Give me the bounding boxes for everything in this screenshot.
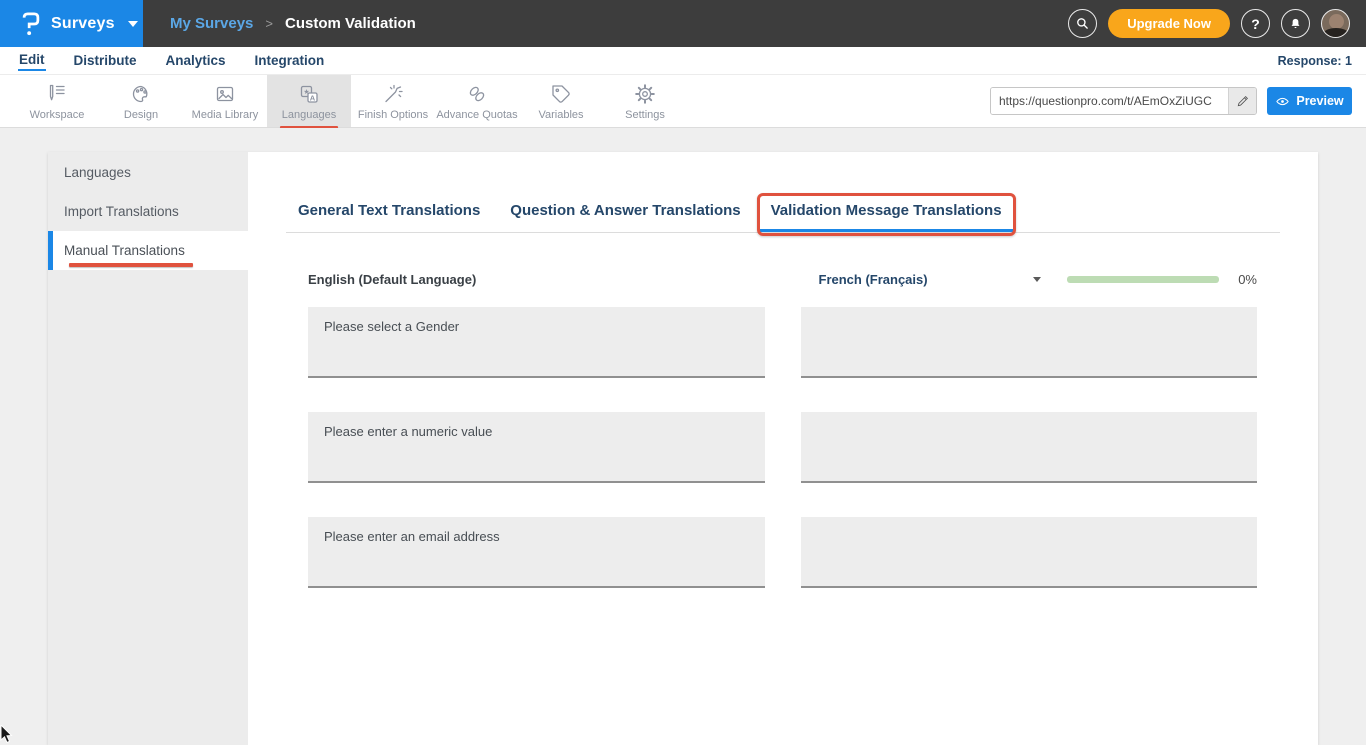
toolbar-item-finish-options[interactable]: Finish Options (351, 75, 435, 127)
translation-row: Please enter a numeric value (308, 412, 1257, 483)
tab-integration[interactable]: Integration (254, 51, 326, 70)
advance-quotas-icon (465, 82, 489, 106)
target-language-column: French (Français) 0% (801, 272, 1258, 287)
translation-progress-percent: 0% (1219, 272, 1257, 287)
translation-tabs: General Text Translations Question & Ans… (286, 202, 1280, 233)
chevron-down-icon (1033, 277, 1041, 282)
sidebar-item-languages[interactable]: Languages (48, 153, 248, 192)
breadcrumb: My Surveys > Custom Validation (170, 0, 416, 47)
product-menu[interactable]: Surveys (0, 0, 143, 47)
eye-icon (1275, 94, 1290, 109)
languages-sidebar: Languages Import Translations Manual Tra… (48, 152, 248, 745)
search-button[interactable] (1068, 9, 1097, 38)
user-avatar[interactable] (1321, 9, 1350, 38)
toolbar-label: Design (124, 109, 158, 121)
toolbar-item-media-library[interactable]: Media Library (183, 75, 267, 127)
toolbar-label: Variables (538, 109, 583, 121)
toolbar-label: Settings (625, 109, 665, 121)
variables-icon (549, 82, 573, 106)
target-language-select[interactable]: French (Français) (801, 272, 1041, 287)
breadcrumb-separator: > (265, 16, 273, 31)
tab-distribute[interactable]: Distribute (73, 51, 138, 70)
tab-edit[interactable]: Edit (18, 50, 46, 71)
bell-icon (1288, 16, 1303, 31)
response-count: Response: 1 (1278, 54, 1352, 68)
media-library-icon (213, 82, 237, 106)
avatar-shoulders (1323, 28, 1349, 38)
sidebar-item-label: Manual Translations (64, 243, 185, 258)
product-menu-label: Surveys (51, 15, 115, 33)
top-header: Surveys My Surveys > Custom Validation U… (0, 0, 1366, 47)
search-icon (1075, 16, 1090, 31)
survey-subnav: Edit Distribute Analytics Integration Re… (0, 47, 1366, 75)
settings-icon (633, 82, 657, 106)
translation-rows: Please select a Gender Please enter a nu… (308, 307, 1257, 588)
svg-text:A: A (310, 93, 316, 102)
upgrade-now-button[interactable]: Upgrade Now (1108, 9, 1230, 38)
target-text-numeric-input[interactable] (801, 412, 1258, 483)
translation-row: Please select a Gender (308, 307, 1257, 378)
breadcrumb-current: Custom Validation (285, 15, 416, 32)
edit-url-button[interactable] (1228, 88, 1256, 114)
header-actions: Upgrade Now ? (1068, 0, 1366, 47)
annotation-underline-manual-translations (69, 263, 193, 267)
survey-url-input[interactable] (991, 88, 1228, 114)
mouse-cursor (0, 725, 14, 745)
translation-progress-bar (1067, 276, 1220, 283)
toolbar-item-workspace[interactable]: Workspace (15, 75, 99, 127)
source-text-email: Please enter an email address (308, 517, 765, 588)
svg-text:★: ★ (303, 88, 309, 96)
preview-button-label: Preview (1296, 94, 1343, 108)
notifications-button[interactable] (1281, 9, 1310, 38)
source-language-column: English (Default Language) (308, 272, 765, 287)
languages-panel: Languages Import Translations Manual Tra… (48, 152, 1318, 745)
toolbar-label: Advance Quotas (436, 109, 517, 121)
toolbar-item-advance-quotas[interactable]: Advance Quotas (435, 75, 519, 127)
tab-label: Validation Message Translations (771, 202, 1002, 219)
source-text-numeric: Please enter a numeric value (308, 412, 765, 483)
toolbar-item-variables[interactable]: Variables (519, 75, 603, 127)
toolbar-label: Languages (282, 109, 336, 121)
toolbar-item-design[interactable]: Design (99, 75, 183, 127)
questionpro-logo-icon (20, 11, 42, 37)
question-mark-icon: ? (1251, 16, 1260, 32)
toolbar-label: Media Library (192, 109, 259, 121)
breadcrumb-my-surveys[interactable]: My Surveys (170, 15, 253, 32)
target-language-label: French (Français) (819, 272, 928, 287)
survey-url-group: Preview (990, 87, 1352, 115)
avatar-face (1329, 14, 1344, 29)
source-text-gender: Please select a Gender (308, 307, 765, 378)
sidebar-item-manual-translations[interactable]: Manual Translations (48, 231, 248, 270)
toolbar-label: Finish Options (358, 109, 428, 121)
language-header-row: English (Default Language) French (Franç… (308, 272, 1257, 287)
sidebar-item-import-translations[interactable]: Import Translations (48, 192, 248, 231)
tab-analytics[interactable]: Analytics (165, 51, 227, 70)
languages-icon: ★ A (297, 82, 321, 106)
pencil-icon (1236, 94, 1250, 108)
survey-url-field-wrap (990, 87, 1257, 115)
manual-translations-content: General Text Translations Question & Ans… (248, 152, 1318, 745)
target-text-email-input[interactable] (801, 517, 1258, 588)
tab-general-text-translations[interactable]: General Text Translations (286, 202, 492, 232)
toolbar-item-languages[interactable]: ★ A Languages (267, 75, 351, 127)
translation-row: Please enter an email address (308, 517, 1257, 588)
target-text-gender-input[interactable] (801, 307, 1258, 378)
tab-validation-message-translations[interactable]: Validation Message Translations (759, 202, 1014, 232)
design-icon (129, 82, 153, 106)
edit-toolbar: Workspace Design Media Library ★ A (0, 75, 1366, 128)
finish-options-icon (381, 82, 405, 106)
help-button[interactable]: ? (1241, 9, 1270, 38)
app-screen: Surveys My Surveys > Custom Validation U… (0, 0, 1366, 745)
page-body: Languages Import Translations Manual Tra… (0, 128, 1366, 745)
workspace-icon (45, 82, 69, 106)
tab-question-answer-translations[interactable]: Question & Answer Translations (498, 202, 752, 232)
source-language-label: English (Default Language) (308, 272, 476, 287)
chevron-down-icon (128, 21, 138, 27)
preview-button[interactable]: Preview (1267, 87, 1352, 115)
toolbar-label: Workspace (30, 109, 85, 121)
toolbar-item-settings[interactable]: Settings (603, 75, 687, 127)
